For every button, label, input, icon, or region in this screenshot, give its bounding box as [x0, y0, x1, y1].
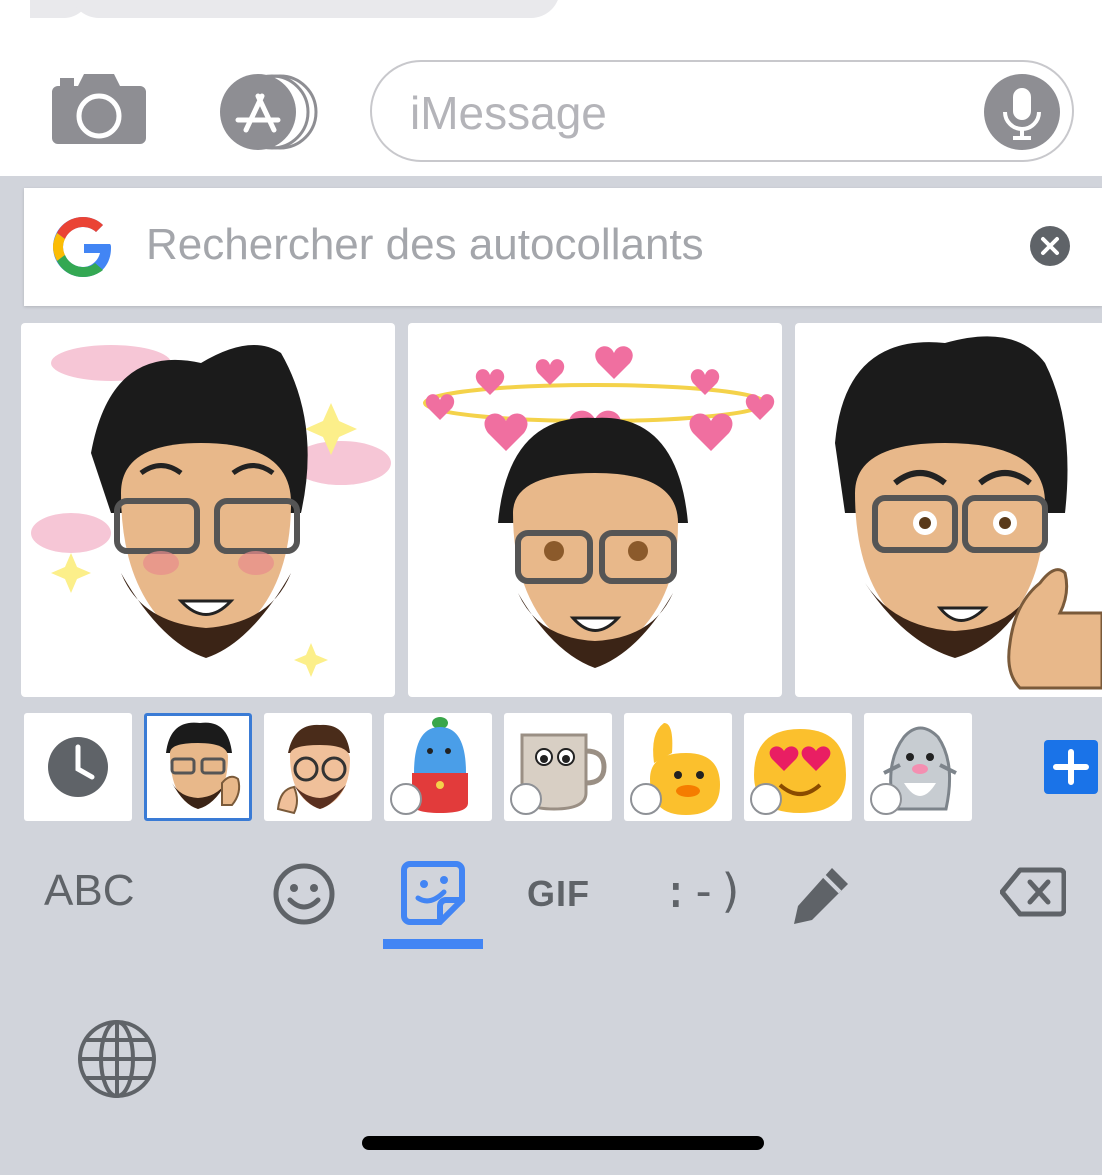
- avatar-icon: [166, 722, 241, 809]
- smiley-icon: [273, 863, 335, 925]
- sticker-result[interactable]: [795, 323, 1102, 697]
- app-store-icon: [220, 74, 318, 150]
- clear-icon: [1041, 237, 1059, 255]
- backspace-icon: [999, 867, 1067, 917]
- app-store-button[interactable]: [210, 72, 320, 152]
- message-bubble: [70, 0, 560, 18]
- animated-play-icon: [630, 783, 662, 815]
- avatar-icon: [276, 724, 350, 815]
- camera-icon: [52, 74, 146, 144]
- active-tab-indicator: [383, 939, 483, 949]
- pen-icon: [794, 868, 848, 924]
- pack-tab-blue-creature[interactable]: [384, 713, 492, 821]
- switch-keyboard-button[interactable]: [76, 1018, 158, 1100]
- pack-tab-avatar-1[interactable]: [144, 713, 252, 821]
- sticker-result[interactable]: [408, 323, 782, 697]
- dictation-button[interactable]: [984, 74, 1060, 150]
- animated-play-icon: [510, 783, 542, 815]
- backspace-button[interactable]: [999, 866, 1067, 923]
- message-compose-area: iMessage: [0, 0, 1102, 176]
- imessage-input[interactable]: iMessage: [370, 60, 1074, 162]
- pack-tab-coffee-cup[interactable]: [504, 713, 612, 821]
- imessage-placeholder: iMessage: [410, 87, 607, 139]
- clear-search-button[interactable]: [1030, 226, 1070, 266]
- google-logo: [53, 217, 111, 277]
- add-sticker-pack-button[interactable]: [1044, 740, 1098, 794]
- sticker-search-placeholder: Rechercher des autocollants: [146, 220, 704, 269]
- pack-tab-avatar-2[interactable]: [264, 713, 372, 821]
- plus-icon: [1053, 749, 1089, 785]
- emoji-tab[interactable]: [272, 862, 336, 931]
- sticker-icon: [401, 861, 465, 925]
- stickers-tab[interactable]: [400, 860, 466, 931]
- pack-tab-recent[interactable]: [24, 713, 132, 821]
- avatar-sticker-sleepy-blush: [31, 345, 391, 677]
- gboard-keyboard: Rechercher des autocollants ABC GIF:-): [0, 176, 1102, 1175]
- microphone-icon: [1003, 88, 1041, 140]
- handwriting-tab[interactable]: [790, 864, 852, 931]
- animated-play-icon: [390, 783, 422, 815]
- camera-button[interactable]: [50, 72, 148, 146]
- globe-icon: [78, 1020, 156, 1098]
- gif-tab[interactable]: GIF: [527, 873, 590, 915]
- avatar-sticker-thumbs-up: [835, 336, 1102, 690]
- home-indicator[interactable]: [362, 1136, 764, 1150]
- pack-tab-shark[interactable]: [864, 713, 972, 821]
- emoticon-tab[interactable]: :-): [662, 864, 745, 918]
- pack-tab-blob-wave[interactable]: [624, 713, 732, 821]
- sticker-result[interactable]: [21, 323, 395, 697]
- sticker-search-bar[interactable]: Rechercher des autocollants: [24, 188, 1102, 306]
- pack-tab-blob-heart-eyes[interactable]: [744, 713, 852, 821]
- animated-play-icon: [870, 783, 902, 815]
- animated-play-icon: [750, 783, 782, 815]
- clock-icon: [48, 737, 108, 797]
- abc-keyboard-button[interactable]: ABC: [44, 866, 134, 916]
- avatar-sticker-hearts-halo: [423, 346, 775, 668]
